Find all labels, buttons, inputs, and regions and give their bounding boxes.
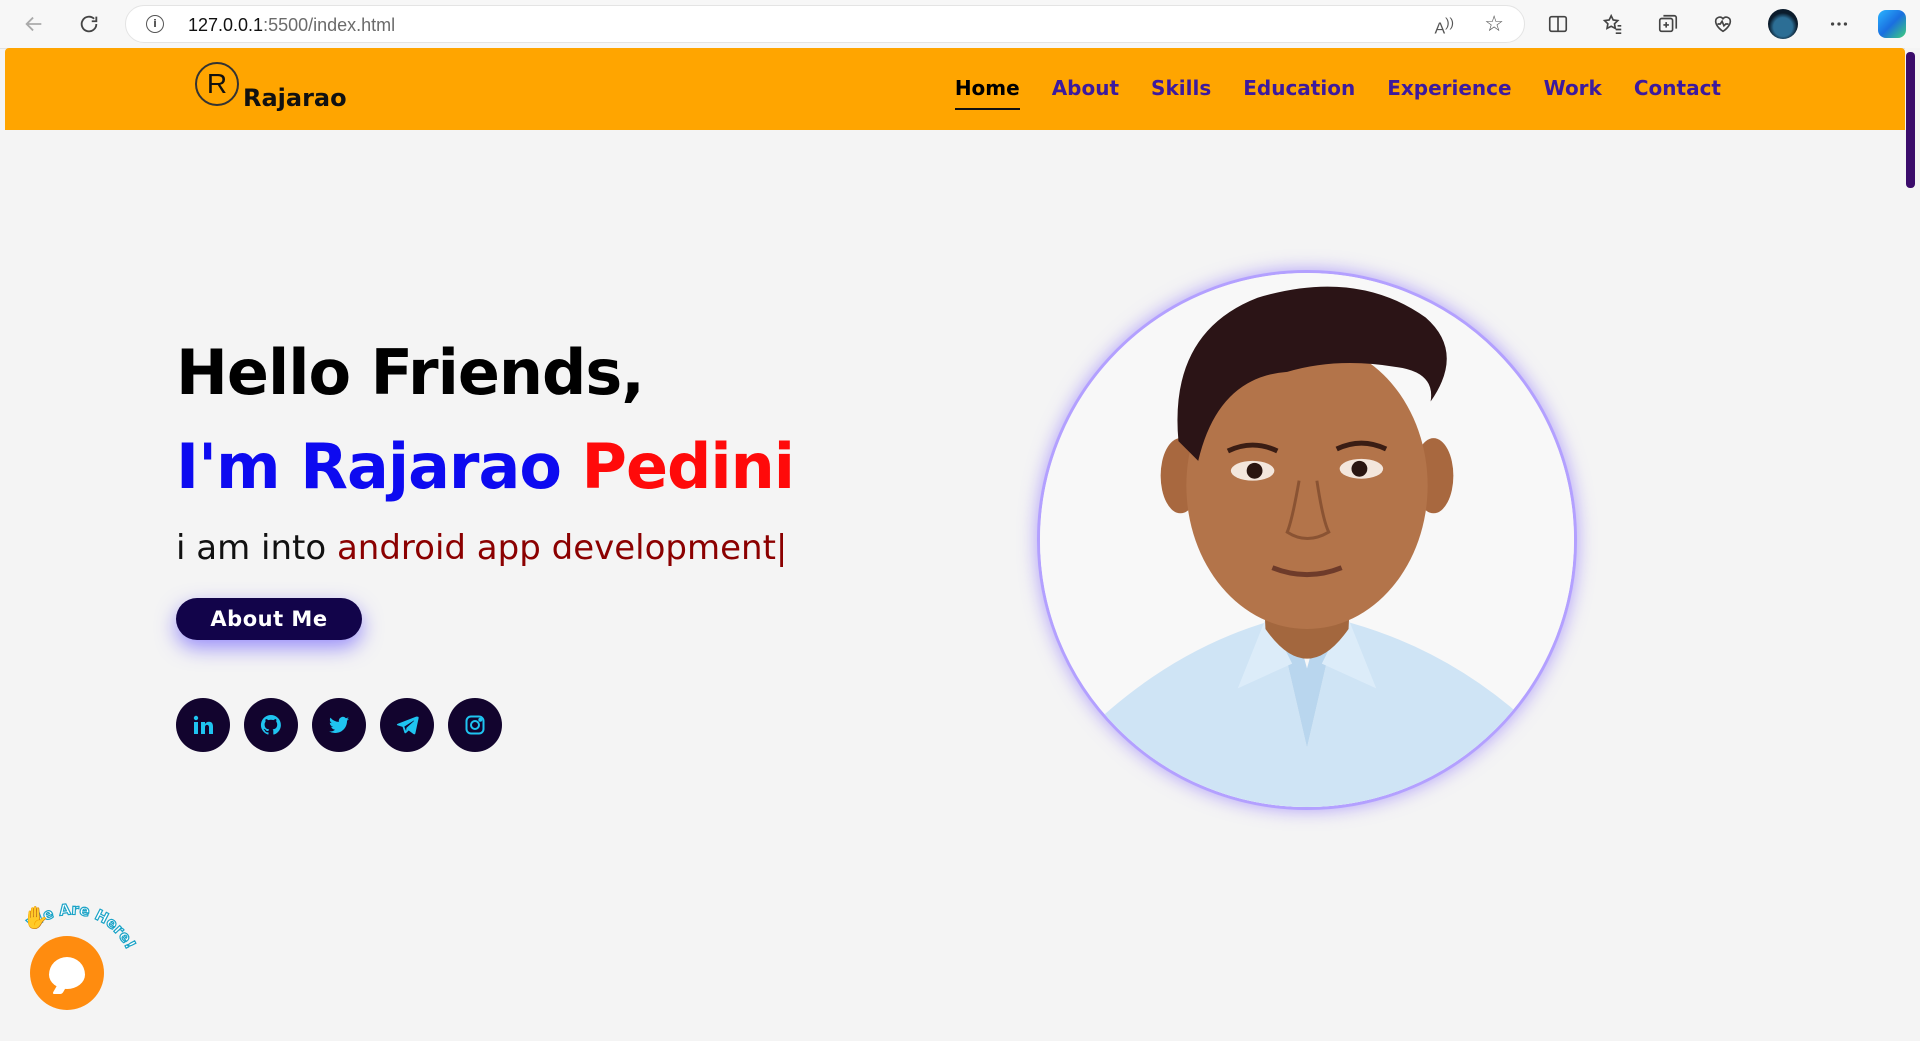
nav-contact[interactable]: Contact [1634, 76, 1721, 110]
logo-text: Rajarao [243, 84, 347, 112]
wave-hand-icon: ✋ [22, 905, 49, 930]
profile-photo-illustration [1040, 273, 1574, 807]
tagline-prefix: i am into [176, 528, 327, 568]
profile-avatar[interactable] [1768, 9, 1798, 39]
collections-icon[interactable] [1652, 8, 1684, 40]
nav-skills[interactable]: Skills [1151, 76, 1211, 110]
hero-greeting: Hello Friends, [176, 336, 645, 409]
nav-education[interactable]: Education [1243, 76, 1355, 110]
profile-photo [1037, 270, 1577, 810]
hero-name: I'm Rajarao Pedini [176, 430, 796, 503]
site-info-icon[interactable]: i [146, 15, 164, 33]
address-bar[interactable]: i 127.0.0.1:5500/index.html A)) ☆ [125, 5, 1525, 43]
about-me-button[interactable]: About Me [176, 598, 362, 640]
copilot-icon[interactable] [1878, 10, 1906, 38]
site-navbar: R Rajarao Home About Skills Education Ex… [5, 48, 1905, 130]
split-screen-icon[interactable] [1542, 8, 1574, 40]
back-icon[interactable] [18, 8, 50, 40]
twitter-icon[interactable] [312, 698, 366, 752]
linkedin-icon[interactable] [176, 698, 230, 752]
chat-widget-button[interactable] [30, 936, 104, 1010]
nav-links: Home About Skills Education Experience W… [954, 76, 1721, 110]
github-icon[interactable] [244, 698, 298, 752]
scrollbar-thumb[interactable] [1906, 52, 1915, 188]
nav-work[interactable]: Work [1544, 76, 1602, 110]
nav-about[interactable]: About [1052, 76, 1119, 110]
url-text[interactable]: 127.0.0.1:5500/index.html [188, 15, 395, 36]
telegram-icon[interactable] [380, 698, 434, 752]
hero-name-first: I'm Rajarao [176, 430, 562, 503]
refresh-icon[interactable] [73, 8, 105, 40]
more-options-icon[interactable] [1823, 8, 1855, 40]
scrollbar-track[interactable] [1905, 48, 1920, 1041]
logo-badge: R [195, 62, 239, 106]
hero-tagline: i am into android app development| [176, 528, 787, 568]
browser-toolbar: i 127.0.0.1:5500/index.html A)) ☆ [0, 0, 1920, 49]
nav-experience[interactable]: Experience [1387, 76, 1511, 110]
favorites-icon[interactable] [1597, 8, 1629, 40]
read-aloud-icon[interactable]: A)) [1434, 15, 1454, 38]
hero-name-last: Pedini [581, 430, 796, 503]
favorite-star-icon[interactable]: ☆ [1484, 11, 1504, 37]
instagram-icon[interactable] [448, 698, 502, 752]
nav-home[interactable]: Home [954, 76, 1020, 110]
chat-bubble-icon [49, 957, 85, 989]
browser-essentials-icon[interactable] [1707, 8, 1739, 40]
social-links [176, 698, 502, 752]
tagline-typed-text: android app development| [336, 528, 788, 568]
